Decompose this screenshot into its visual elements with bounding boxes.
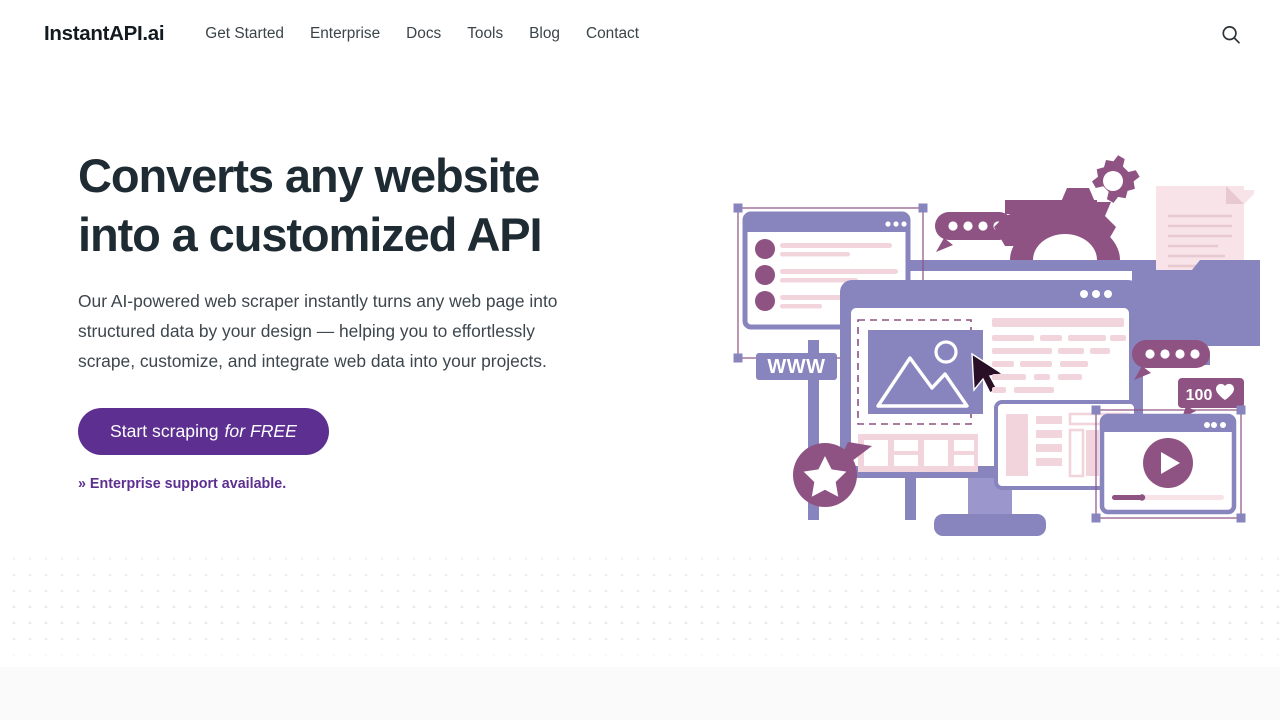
page-title: Converts any website into a customized A… [78,146,618,264]
nav-item-get-started[interactable]: Get Started [192,19,297,49]
hero-subcopy: Our AI-powered web scraper instantly tur… [78,291,558,371]
cta-label-emphasis: for FREE [224,421,297,441]
illustration-gear-small [1092,155,1140,203]
start-scraping-button[interactable]: Start scraping for FREE [78,408,329,455]
illustration-likes-badge: 100 [1178,378,1244,418]
search-icon[interactable] [1218,22,1244,48]
site-header: InstantAPI.ai Get Started Enterprise Doc… [0,0,1280,68]
illustration-video-player [1091,405,1246,523]
svg-text:WWW: WWW [767,356,825,378]
likes-count-text: 100 [1186,387,1213,404]
nav-item-enterprise[interactable]: Enterprise [297,19,393,49]
nav-item-tools[interactable]: Tools [454,19,516,49]
hero-illustration: WWW 100 [720,150,1260,550]
headline-line-2: into a customized API [78,208,543,261]
illustration-chat-bubble-right [1132,340,1210,380]
hero-section: Converts any website into a customized A… [78,146,618,492]
illustration-gear-large [994,188,1120,260]
nav-item-blog[interactable]: Blog [516,19,573,49]
illustration-thumbnail-row [858,434,978,472]
dot-grid-pattern [0,545,1280,667]
nav-item-docs[interactable]: Docs [393,19,454,49]
bottom-section-band [0,667,1280,720]
cta-label: Start scraping [110,421,219,441]
illustration-image-placeholder [857,319,983,425]
headline-line-1: Converts any website [78,149,540,202]
main-navigation: Get Started Enterprise Docs Tools Blog C… [192,19,652,49]
enterprise-support-link[interactable]: » Enterprise support available. [78,476,618,492]
brand-logo[interactable]: InstantAPI.ai [44,22,165,46]
nav-item-contact[interactable]: Contact [573,19,652,49]
illustration-www-badge: WWW [756,353,837,380]
